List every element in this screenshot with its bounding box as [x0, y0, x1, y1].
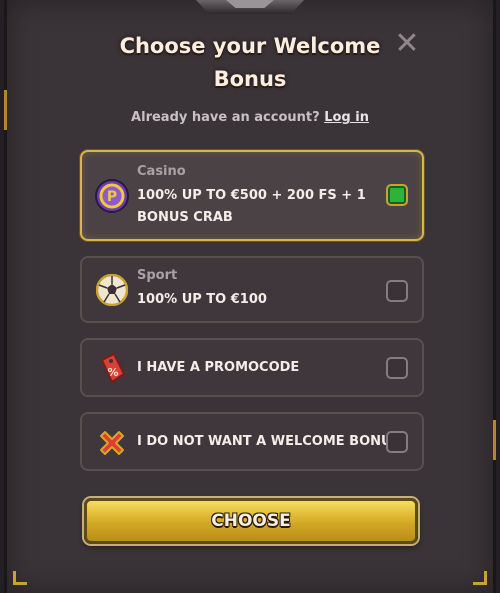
option-checkbox[interactable]: [386, 280, 408, 302]
choose-button[interactable]: CHOOSE: [84, 498, 418, 544]
choose-button-label: CHOOSE: [211, 511, 291, 531]
option-category: Casino: [137, 164, 186, 179]
option-checkbox[interactable]: [386, 184, 408, 206]
frame-corner: [473, 571, 487, 585]
red-x-icon: [94, 425, 130, 461]
modal-title: Choose your Welcome Bonus: [119, 34, 381, 91]
option-text: I HAVE A PROMOCODE: [137, 360, 300, 375]
option-text: 100% UP TO €500 + 200 FS + 1 BONUS CRAB: [137, 188, 366, 225]
login-prompt-text: Already have an account?: [131, 110, 320, 125]
bonus-option-no-bonus[interactable]: I DO NOT WANT A WELCOME BONUS: [80, 412, 424, 471]
promo-tag-icon: %: [94, 350, 130, 386]
bonus-option-casino[interactable]: P Casino 100% UP TO €500 + 200 FS + 1 BO…: [80, 150, 424, 241]
login-link[interactable]: Log in: [324, 110, 369, 125]
casino-chip-icon: P: [94, 178, 130, 214]
frame-corner: [13, 571, 27, 585]
option-text: I DO NOT WANT A WELCOME BONUS: [137, 434, 401, 449]
frame-glint: [493, 420, 496, 460]
bonus-option-sport[interactable]: Sport 100% UP TO €100: [80, 256, 424, 323]
svg-text:P: P: [107, 189, 117, 205]
close-icon[interactable]: ✕: [393, 29, 421, 59]
soccer-ball-icon: [94, 272, 130, 308]
option-category: Sport: [137, 268, 178, 283]
svg-text:%: %: [107, 366, 118, 379]
option-checkbox[interactable]: [386, 431, 408, 453]
option-text: 100% UP TO €100: [137, 292, 267, 307]
option-checkbox[interactable]: [386, 357, 408, 379]
login-prompt: Already have an account? Log in: [0, 110, 500, 125]
bonus-option-promocode[interactable]: % I HAVE A PROMOCODE: [80, 338, 424, 397]
